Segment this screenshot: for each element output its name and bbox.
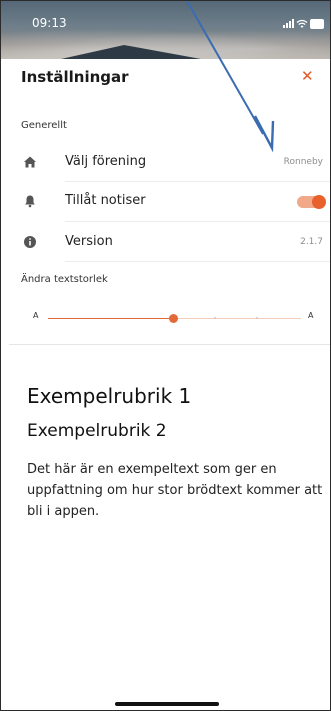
toggle-knob — [312, 195, 326, 209]
home-icon — [23, 154, 37, 168]
divider — [65, 261, 330, 262]
notifications-toggle[interactable] — [297, 195, 326, 209]
version-row: Version 2.1.7 — [9, 228, 330, 258]
status-time: 09:13 — [32, 16, 67, 30]
info-icon — [23, 234, 37, 248]
system-icons — [283, 18, 324, 30]
preview-heading-1: Exempelrubrik 1 — [27, 384, 192, 408]
phone-screen: 09:13 Inställningar ✕ Generellt Välj för… — [0, 0, 331, 711]
preview-heading-2: Exempelrubrik 2 — [27, 421, 167, 441]
choose-association-row[interactable]: Välj förening Ronneby — [9, 148, 330, 178]
slider-tick — [214, 317, 216, 319]
slider-max-label: A — [308, 311, 314, 320]
slider-tick — [256, 317, 258, 319]
slider-min-label: A — [33, 311, 39, 320]
version-label: Version — [65, 234, 113, 249]
slider-track-filled — [48, 318, 172, 319]
text-size-slider[interactable]: A A — [9, 309, 330, 329]
association-value: Ronneby — [283, 157, 323, 167]
divider — [65, 181, 330, 182]
section-divider — [9, 344, 330, 345]
divider — [65, 221, 330, 222]
choose-association-label: Välj förening — [65, 154, 147, 169]
status-bar: 09:13 — [1, 1, 330, 59]
wifi-icon — [296, 19, 308, 29]
section-label-general: Generellt — [21, 120, 67, 131]
signal-icon — [283, 18, 294, 28]
close-icon[interactable]: ✕ — [301, 69, 314, 84]
preview-body-text: Det här är en exempeltext som ger en upp… — [27, 462, 323, 519]
home-indicator — [115, 702, 219, 706]
slider-thumb[interactable] — [169, 314, 178, 323]
notifications-label: Tillåt notiser — [65, 193, 146, 208]
battery-icon — [310, 19, 324, 29]
version-value: 2.1.7 — [300, 237, 323, 247]
bell-icon — [23, 193, 37, 208]
notifications-row: Tillåt notiser — [9, 187, 330, 217]
slider-track-rest — [172, 318, 301, 319]
section-label-text-size: Ändra textstorlek — [21, 274, 108, 285]
page-title: Inställningar — [21, 68, 129, 86]
